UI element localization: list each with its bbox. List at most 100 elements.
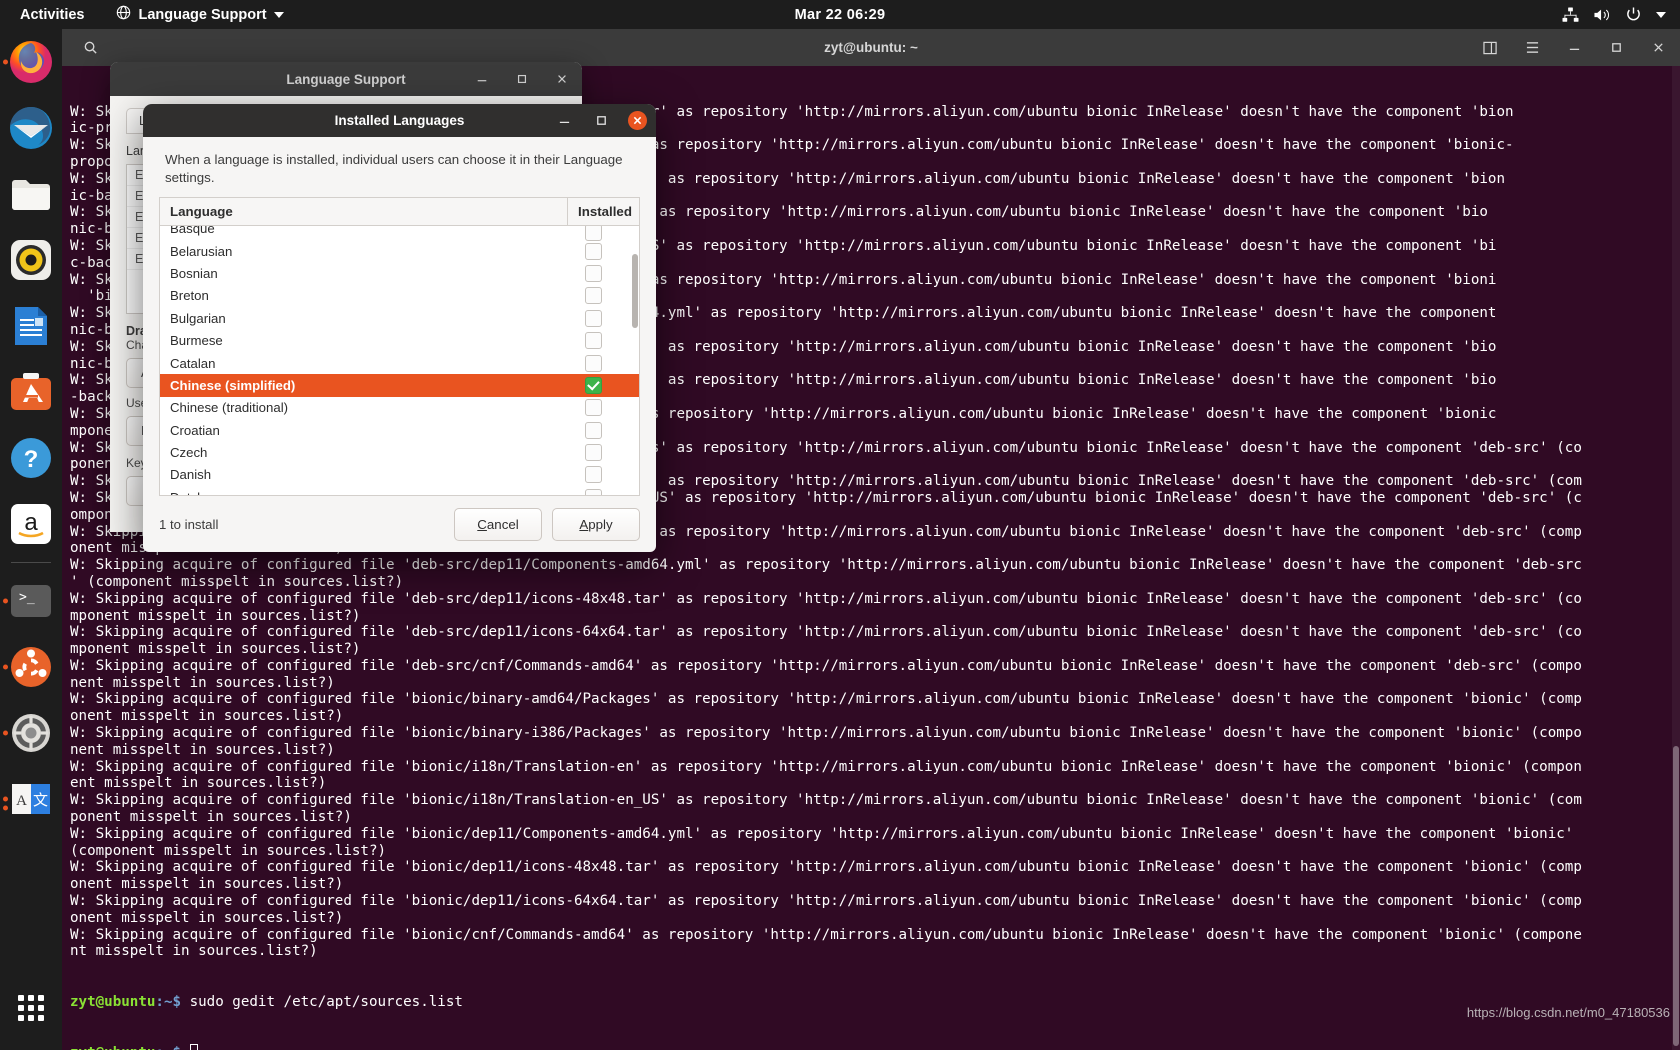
- prompt-user-2: zyt@ubuntu: [70, 1045, 155, 1050]
- apply-mnemonic: A: [579, 516, 589, 532]
- dock-item-terminal[interactable]: >_: [0, 568, 62, 634]
- dock-item-files[interactable]: [0, 161, 62, 227]
- languages-list-scrollbar[interactable]: [632, 228, 638, 493]
- terminal-line: ent misspelt in sources.list?): [70, 775, 327, 792]
- checkbox-icon[interactable]: [585, 242, 602, 260]
- dialog-close-icon[interactable]: [628, 111, 647, 130]
- search-icon[interactable]: [78, 36, 102, 60]
- table-row[interactable]: Chinese (traditional): [160, 397, 639, 419]
- running-indicator-dot: [3, 59, 8, 65]
- activities-button[interactable]: Activities: [12, 5, 92, 25]
- checkbox-icon[interactable]: [585, 332, 602, 350]
- dock-item-amazon[interactable]: a: [0, 491, 62, 557]
- terminal-scrollbar-thumb[interactable]: [1673, 746, 1679, 1046]
- column-header-installed[interactable]: Installed: [568, 198, 639, 225]
- languages-table-header: Language Installed: [160, 197, 639, 226]
- gnome-top-bar[interactable]: Activities Language Support Mar 22 06:29: [0, 0, 1680, 29]
- tray-chevron-down-icon[interactable]: [1656, 11, 1666, 18]
- terminal-cursor: [189, 1044, 198, 1050]
- terminal-scrollbar[interactable]: [1672, 66, 1680, 1050]
- table-row[interactable]: Catalan: [160, 352, 639, 374]
- table-row[interactable]: Basque: [160, 225, 639, 242]
- rhythmbox-icon: [8, 237, 54, 283]
- table-row[interactable]: Chinese (simplified): [160, 374, 639, 397]
- checkbox-icon[interactable]: [585, 488, 602, 495]
- table-row[interactable]: Dutch: [160, 486, 639, 495]
- system-tray[interactable]: [1562, 6, 1666, 23]
- clock[interactable]: Mar 22 06:29: [795, 7, 886, 23]
- checkbox-icon[interactable]: [585, 466, 602, 484]
- table-row[interactable]: Bulgarian: [160, 307, 639, 329]
- ls-minimize-icon[interactable]: [470, 67, 494, 91]
- table-row[interactable]: Breton: [160, 285, 639, 307]
- language-name: Belarusian: [170, 243, 233, 259]
- globe-icon: [116, 5, 131, 24]
- terminal-line: nent misspelt in sources.list?): [70, 741, 335, 758]
- apply-button[interactable]: Apply: [552, 507, 640, 541]
- show-applications-button[interactable]: [0, 980, 62, 1036]
- column-header-language[interactable]: Language: [160, 197, 568, 225]
- terminal-line: W: Skipping acquire of configured file '…: [70, 557, 1582, 574]
- dock-item-ubuntu-software[interactable]: [0, 359, 62, 425]
- terminal-line: W: Skipping acquire of configured file '…: [70, 926, 1582, 943]
- terminal-close-icon[interactable]: [1646, 36, 1670, 60]
- table-row[interactable]: Czech: [160, 441, 639, 463]
- dock-item-software-updater[interactable]: [0, 634, 62, 700]
- installed-cell: [568, 444, 639, 462]
- terminal-titlebar[interactable]: zyt@ubuntu: ~: [62, 29, 1680, 66]
- checkbox-icon[interactable]: [585, 444, 602, 462]
- dock-item-rhythmbox[interactable]: [0, 227, 62, 293]
- install-status-text: 1 to install: [159, 516, 219, 532]
- dock-item-firefox[interactable]: [0, 29, 62, 95]
- installed-cell: [568, 354, 639, 372]
- table-row[interactable]: Belarusian: [160, 240, 639, 262]
- dialog-title-text: Installed Languages: [334, 113, 465, 128]
- checkbox-icon[interactable]: [585, 354, 602, 372]
- checkbox-icon[interactable]: [585, 287, 602, 305]
- dock-item-settings[interactable]: [0, 700, 62, 766]
- table-row[interactable]: Bosnian: [160, 262, 639, 284]
- power-icon[interactable]: [1625, 6, 1642, 23]
- dialog-minimize-icon[interactable]: [554, 111, 574, 131]
- svg-text:文: 文: [33, 791, 48, 809]
- languages-table[interactable]: Language Installed Basque Belarusian Bosni…: [159, 196, 640, 496]
- dock[interactable]: ? a >_ A 文: [0, 29, 62, 1050]
- installed-languages-dialog[interactable]: Installed Languages When a language is i…: [143, 104, 656, 552]
- table-row[interactable]: Croatian: [160, 419, 639, 441]
- table-row[interactable]: Danish: [160, 464, 639, 486]
- dock-item-libreoffice-writer[interactable]: [0, 293, 62, 359]
- dock-separator: [11, 562, 51, 563]
- ls-close-icon[interactable]: [550, 67, 574, 91]
- thunderbird-icon: [8, 105, 54, 151]
- hamburger-icon[interactable]: [1520, 36, 1544, 60]
- checkbox-icon[interactable]: [585, 421, 602, 439]
- dialog-titlebar[interactable]: Installed Languages: [143, 104, 656, 137]
- dialog-maximize-icon[interactable]: [591, 111, 611, 131]
- checkbox-icon[interactable]: [585, 399, 602, 417]
- terminal-maximize-icon[interactable]: [1604, 36, 1628, 60]
- checkbox-icon[interactable]: [585, 309, 602, 327]
- firefox-icon: [8, 39, 54, 85]
- dock-item-language-support[interactable]: A文: [0, 766, 62, 832]
- languages-table-body[interactable]: Basque Belarusian Bosnian Breton Bulgarian Bu…: [160, 225, 639, 495]
- table-row[interactable]: Burmese: [160, 329, 639, 351]
- installed-cell: [568, 242, 639, 260]
- terminal-minimize-icon[interactable]: [1562, 36, 1586, 60]
- cancel-button[interactable]: Cancel: [454, 507, 542, 541]
- dock-item-help[interactable]: ?: [0, 425, 62, 491]
- ls-maximize-icon[interactable]: [510, 67, 534, 91]
- split-icon[interactable]: [1478, 36, 1502, 60]
- language-support-titlebar[interactable]: Language Support: [110, 62, 582, 96]
- network-icon[interactable]: [1562, 6, 1579, 23]
- dock-item-thunderbird[interactable]: [0, 95, 62, 161]
- libreoffice-writer-icon: [8, 303, 54, 349]
- checkbox-icon[interactable]: [585, 264, 602, 282]
- checkbox-checked-icon[interactable]: [585, 376, 602, 394]
- dialog-footer: 1 to install Cancel Apply: [143, 496, 656, 552]
- volume-icon[interactable]: [1593, 7, 1611, 23]
- app-menu-button[interactable]: Language Support: [110, 3, 289, 26]
- terminal-line: W: Skipping acquire of configured file '…: [70, 792, 1582, 809]
- language-support-title-text: Language Support: [286, 71, 406, 87]
- checkbox-icon[interactable]: [585, 225, 602, 242]
- languages-list-scrollbar-thumb[interactable]: [632, 253, 638, 328]
